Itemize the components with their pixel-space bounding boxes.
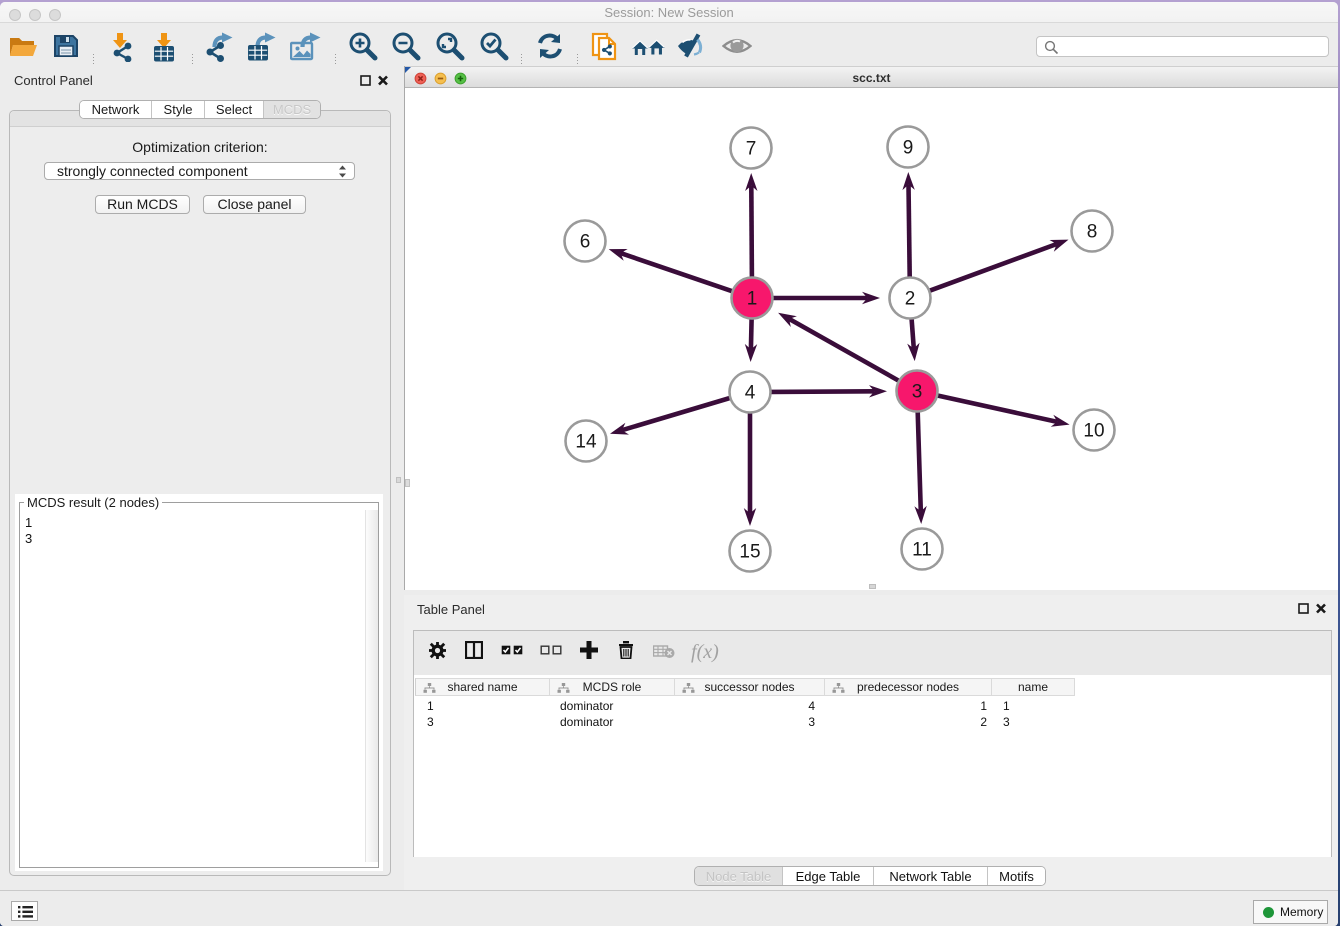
svg-text:1: 1 [747, 289, 758, 310]
svg-text:7: 7 [746, 139, 757, 160]
svg-text:2: 2 [905, 289, 916, 310]
svg-text:10: 10 [1083, 421, 1104, 442]
svg-text:15: 15 [739, 542, 760, 563]
svg-text:14: 14 [575, 432, 597, 453]
svg-text:11: 11 [912, 540, 932, 561]
svg-text:8: 8 [1087, 222, 1098, 243]
svg-text:4: 4 [745, 383, 756, 404]
svg-text:9: 9 [903, 138, 914, 159]
svg-text:3: 3 [912, 382, 923, 403]
svg-text:6: 6 [580, 232, 591, 253]
